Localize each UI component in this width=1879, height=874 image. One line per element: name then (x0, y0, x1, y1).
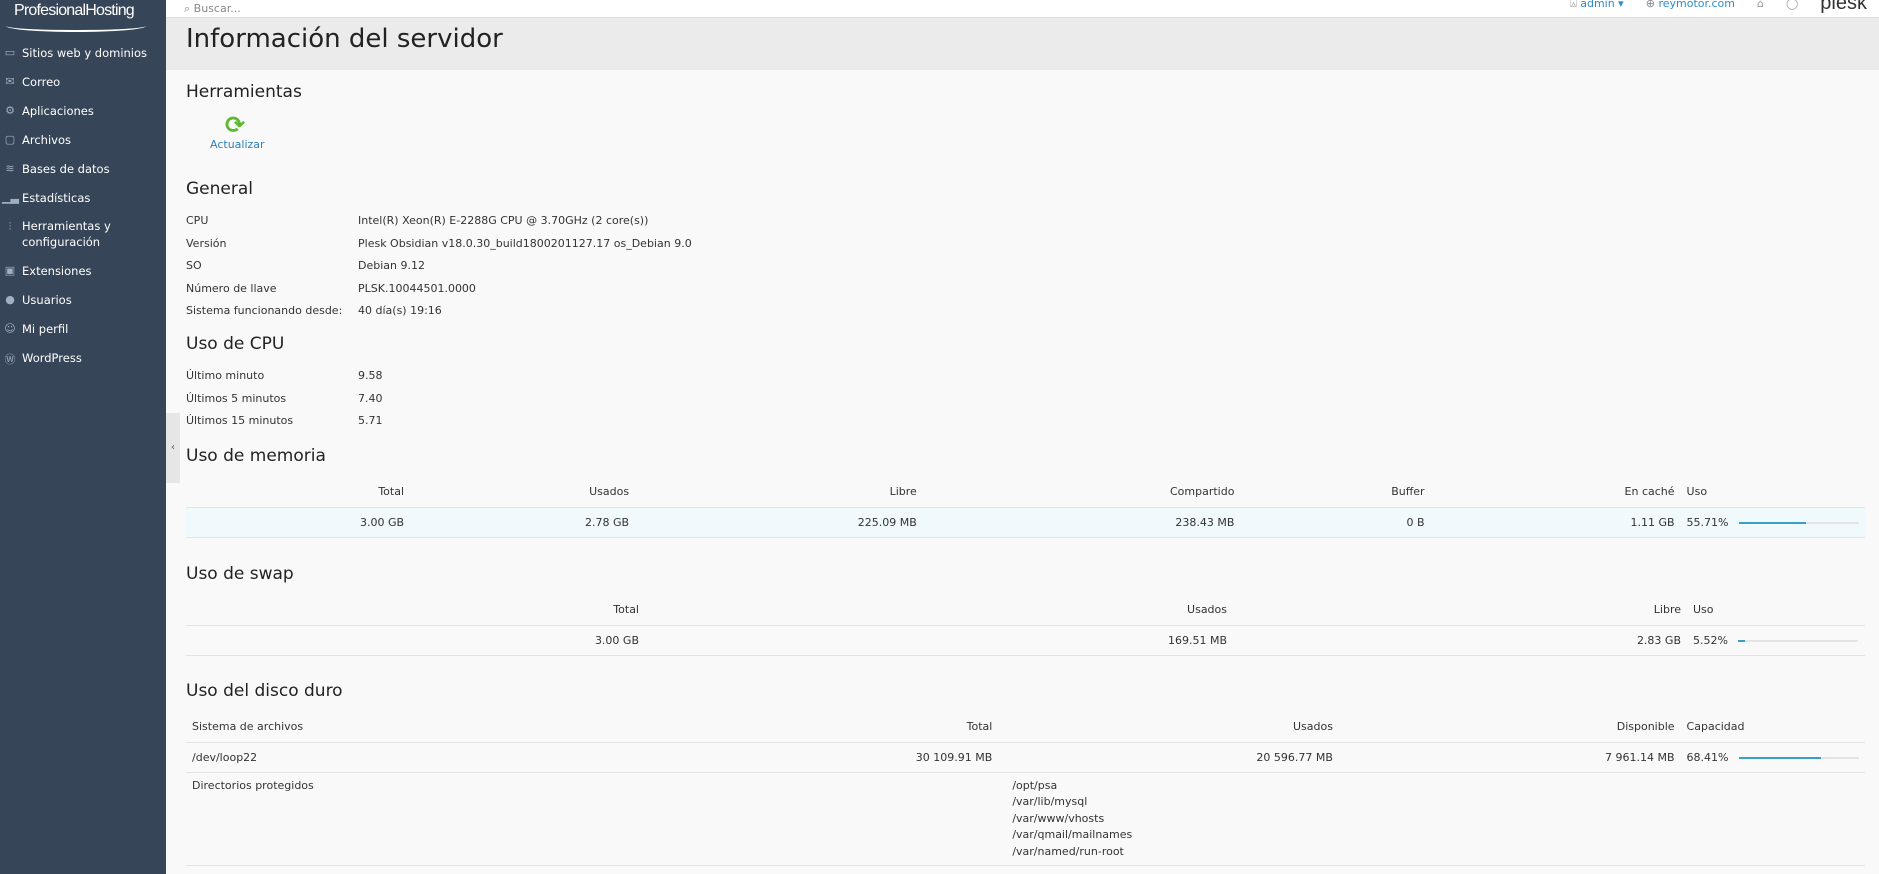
title-band: Información del servidor (166, 18, 1879, 70)
extensions-icon: ▣ (4, 264, 16, 277)
sidebar-item-archivos[interactable]: ▢ Archivos (0, 133, 166, 162)
mail-icon: ✉ (5, 75, 15, 88)
help-icon[interactable]: ◯ (1786, 0, 1798, 10)
subscription-link[interactable]: ⊕ reymotor.com (1646, 0, 1735, 10)
folder-icon: ▢ (4, 133, 16, 146)
sidebar-item-label: Herramientas y configuración (22, 219, 111, 249)
memory-table: Total Usados Libre Compartido Buffer En … (186, 477, 1865, 538)
refresh-icon: ⟳ (224, 111, 246, 139)
sidebar-item-correo[interactable]: ✉ Correo (0, 75, 166, 104)
sidebar-item-label: WordPress (22, 351, 82, 365)
search-input[interactable]: ⌕ Buscar... (184, 2, 241, 15)
disk-heading: Uso del disco duro (186, 681, 343, 701)
sidebar: ProfesionalHosting ▭ Sitios web y dominio… (0, 0, 166, 874)
disk-usage-bar (1739, 756, 1859, 759)
sidebar-item-label: Archivos (22, 133, 71, 147)
user-icon: ● (5, 293, 15, 306)
usage-bar-fill (1739, 521, 1806, 524)
memory-usage-bar (1739, 521, 1859, 524)
swap-heading: Uso de swap (186, 564, 294, 584)
notifications-icon[interactable]: ⌂ (1757, 0, 1764, 10)
sidebar-item-estadisticas[interactable]: ▁▃ Estadísticas (0, 191, 166, 220)
globe-icon: ⊕ (1645, 0, 1659, 10)
sidebar-item-label: Usuarios (22, 293, 72, 307)
sliders-icon: ⫶ (8, 220, 12, 233)
sidebar-item-extensiones[interactable]: ▣ Extensiones (0, 264, 166, 293)
sidebar-collapse-button[interactable]: ‹ (166, 413, 180, 483)
user-menu[interactable]: ⍓ admin ▾ (1570, 0, 1624, 11)
general-info: CPU Intel(R) Xeon(R) E-2288G CPU @ 3.70GH… (186, 214, 692, 317)
plesk-logo: plesk (1820, 0, 1867, 14)
monitor-icon: ▭ (4, 46, 16, 59)
sidebar-item-usuarios[interactable]: ● Usuarios (0, 293, 166, 322)
sidebar-item-label: Bases de datos (22, 162, 110, 176)
top-bar: ⌕ Buscar... ⍓ admin ▾ ⊕ reymotor.com ⌂ ◯… (166, 0, 1879, 18)
sidebar-item-wordpress[interactable]: Ⓦ WordPress (0, 351, 166, 380)
search-icon: ⌕ (184, 2, 194, 15)
tools-heading: Herramientas (186, 82, 302, 102)
table-row: 3.00 GB 169.51 MB 2.83 GB 5.52% (186, 624, 1865, 656)
usage-bar-fill (1739, 756, 1822, 759)
sidebar-nav: ▭ Sitios web y dominios ✉ Correo ⚙ Aplicaci… (0, 46, 166, 380)
wordpress-icon: Ⓦ (4, 353, 16, 366)
sidebar-item-label: Correo (22, 75, 61, 89)
sidebar-item-herramientas[interactable]: ⫶ Herramientas y configuración (0, 219, 166, 264)
table-row: /dev/loop22 30 109.91 MB 20 596.77 MB 7 9… (186, 741, 1865, 773)
sidebar-item-label: Estadísticas (22, 191, 91, 205)
gear-icon: ⚙ (5, 104, 15, 117)
refresh-button[interactable]: ⟳ Actualizar (210, 111, 265, 151)
sidebar-item-mi-perfil[interactable]: ☺ Mi perfil (0, 322, 166, 351)
profile-icon: ☺ (4, 322, 16, 335)
memory-heading: Uso de memoria (186, 446, 326, 466)
swap-usage-bar (1738, 639, 1859, 642)
general-heading: General (186, 179, 253, 199)
sidebar-item-aplicaciones[interactable]: ⚙ Aplicaciones (0, 104, 166, 133)
database-icon: ≋ (5, 162, 15, 175)
usage-bar-fill (1738, 639, 1746, 642)
sidebar-item-label: Extensiones (22, 264, 92, 278)
cpu-heading: Uso de CPU (186, 334, 285, 354)
swap-table: Total Usados Libre Uso 3.00 GB 169.51 MB… (186, 595, 1865, 656)
page-title: Información del servidor (186, 24, 503, 54)
disk-table: Sistema de archivos Total Usados Disponib… (186, 712, 1865, 866)
bar-chart-icon: ▁▃ (2, 191, 19, 204)
user-icon: ⍓ (1570, 0, 1581, 10)
table-row: 3.00 GB 2.78 GB 225.09 MB 238.43 MB 0 B … (186, 506, 1865, 538)
protected-dirs-row: Directorios protegidos /opt/psa /var/lib… (186, 771, 1865, 866)
brand-logo[interactable]: ProfesionalHosting (14, 2, 135, 20)
sidebar-item-label: Aplicaciones (22, 104, 94, 118)
sidebar-item-bases-datos[interactable]: ≋ Bases de datos (0, 162, 166, 191)
cpu-usage: Último minuto 9.58 Últimos 5 minutos 7.40 … (186, 369, 383, 427)
sidebar-item-label: Mi perfil (22, 322, 69, 336)
logo-swoosh (6, 20, 146, 32)
sidebar-item-sitios[interactable]: ▭ Sitios web y dominios (0, 46, 166, 75)
sidebar-item-label: Sitios web y dominios (22, 46, 148, 60)
